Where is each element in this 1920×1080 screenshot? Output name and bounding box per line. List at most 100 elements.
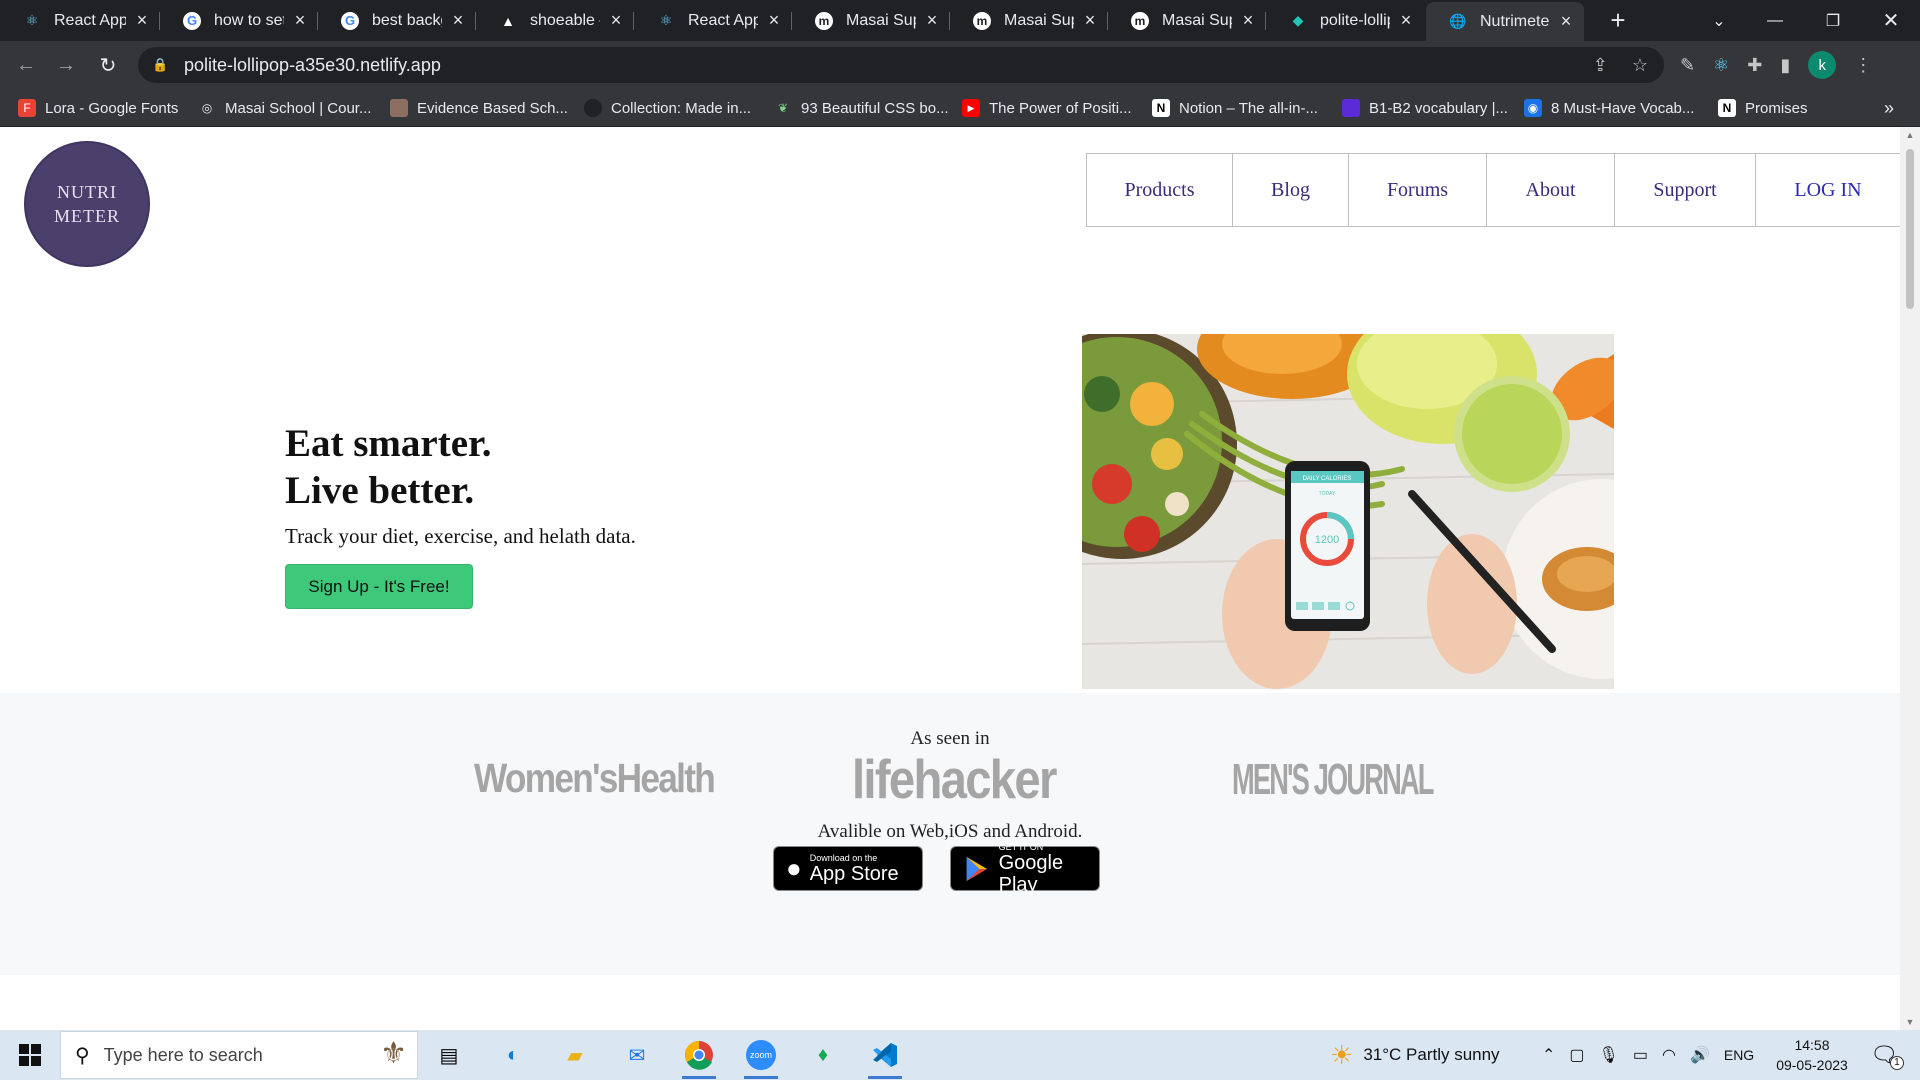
- bookmark-item[interactable]: F Lora - Google Fonts: [18, 89, 178, 127]
- microphone-icon[interactable]: 🎙: [1599, 1045, 1619, 1065]
- browser-tab[interactable]: ▲ shoeable – I ×: [476, 0, 634, 41]
- scroll-up-icon[interactable]: ▲: [1900, 127, 1920, 143]
- page-scrollbar[interactable]: ▲ ▼: [1900, 127, 1920, 1030]
- close-icon[interactable]: ×: [1082, 10, 1098, 31]
- browser-tab[interactable]: ◆ polite-lollip ×: [1266, 0, 1424, 41]
- bookmark-item[interactable]: N Notion – The all-in-...: [1152, 89, 1318, 127]
- signup-button[interactable]: Sign Up - It's Free!: [285, 564, 473, 609]
- mongodb-compass-icon[interactable]: ♦: [796, 1035, 850, 1075]
- close-icon[interactable]: ×: [608, 10, 624, 31]
- bookmark-item[interactable]: ◎ Masai School | Cour...: [198, 89, 372, 127]
- url-text[interactable]: polite-lollipop-a35e30.netlify.app: [184, 55, 441, 76]
- window-close-icon[interactable]: ✕: [1862, 0, 1920, 41]
- browser-tab-active[interactable]: 🌐 Nutrimeter ×: [1426, 2, 1584, 41]
- tab-label: shoeable – I: [530, 11, 600, 29]
- close-icon[interactable]: ×: [1240, 10, 1256, 31]
- bookmark-item[interactable]: B1-B2 vocabulary |...: [1342, 89, 1508, 127]
- bookmark-label: Collection: Made in...: [611, 99, 752, 117]
- browser-tab[interactable]: ⚛ React App ×: [634, 0, 792, 41]
- close-icon[interactable]: ×: [450, 10, 466, 31]
- side-panel-icon[interactable]: ▮: [1780, 55, 1790, 76]
- nav-support[interactable]: Support: [1615, 154, 1756, 226]
- weather-widget[interactable]: ☀ 31°C Partly sunny: [1330, 1030, 1500, 1080]
- app-store-badge[interactable]: ● Download on the App Store: [773, 846, 923, 891]
- close-icon[interactable]: ×: [1398, 10, 1414, 31]
- language-indicator[interactable]: ENG: [1724, 1047, 1754, 1063]
- scroll-down-icon[interactable]: ▼: [1900, 1014, 1920, 1030]
- chevron-up-icon[interactable]: ⌃: [1542, 1045, 1555, 1065]
- browser-tab[interactable]: G best backgr ×: [318, 0, 476, 41]
- search-icon: ⚲: [75, 1044, 90, 1067]
- menu-kebab-icon[interactable]: ⋮: [1854, 55, 1872, 76]
- food-tracking-illustration: DAILY CALORIES TODAY 1200: [1082, 334, 1614, 689]
- restore-icon[interactable]: ❐: [1804, 0, 1862, 41]
- edge-icon[interactable]: ◐: [486, 1035, 540, 1075]
- main-nav: Products Blog Forums About Support LOG I…: [1086, 153, 1900, 227]
- masai-icon: m: [972, 11, 992, 31]
- nav-blog[interactable]: Blog: [1233, 154, 1349, 226]
- vscode-icon[interactable]: [858, 1035, 912, 1079]
- chrome-icon[interactable]: [672, 1035, 726, 1079]
- nav-about[interactable]: About: [1487, 154, 1615, 226]
- windows-start-icon[interactable]: [0, 1030, 60, 1080]
- minimize-icon[interactable]: —: [1746, 0, 1804, 41]
- google-play-badge[interactable]: GET IT ON Google Play: [950, 842, 1100, 896]
- bookmark-item[interactable]: N Promises: [1718, 89, 1808, 127]
- scrollbar-thumb[interactable]: [1906, 149, 1914, 309]
- notification-center-icon[interactable]: 🗨 1: [1870, 1030, 1904, 1080]
- browser-tab[interactable]: ⚛ React App ×: [0, 0, 160, 41]
- lock-icon[interactable]: 🔒: [152, 57, 172, 73]
- bookmark-item[interactable]: ◉ 8 Must-Have Vocab...: [1524, 89, 1694, 127]
- nutrimeter-logo[interactable]: NUTRI METER: [24, 141, 150, 267]
- share-icon[interactable]: ⇪: [1593, 55, 1608, 76]
- bookmarks-bar: F Lora - Google Fonts ◎ Masai School | Cou…: [0, 89, 1920, 127]
- browser-tab[interactable]: m Masai Supp ×: [1108, 0, 1266, 41]
- battery-icon[interactable]: ▭: [1633, 1045, 1648, 1065]
- vocab-site-icon: ◉: [1524, 99, 1542, 117]
- browser-tab[interactable]: G how to set c ×: [160, 0, 318, 41]
- react-devtools-icon[interactable]: ⚛: [1713, 55, 1729, 76]
- clock[interactable]: 14:58 09-05-2023: [1768, 1030, 1856, 1080]
- bookmarks-overflow-icon[interactable]: »: [1884, 89, 1894, 127]
- zoom-icon[interactable]: zoom: [734, 1035, 788, 1079]
- close-icon[interactable]: ×: [292, 10, 308, 31]
- close-icon[interactable]: ×: [1558, 11, 1574, 32]
- close-icon[interactable]: ×: [766, 10, 782, 31]
- app-store-small-text: Download on the: [809, 852, 878, 863]
- globe-icon: ◎: [201, 101, 213, 115]
- browser-tab[interactable]: m Masai Supp ×: [950, 0, 1108, 41]
- nav-login[interactable]: LOG IN: [1756, 154, 1900, 226]
- task-view-icon[interactable]: ▤: [422, 1035, 476, 1075]
- collection-icon: [584, 99, 602, 117]
- system-tray: ⌃ ▢ 🎙 ▭ ◠ 🔊 ENG: [1542, 1030, 1754, 1080]
- nav-products[interactable]: Products: [1087, 154, 1233, 226]
- speaker-icon[interactable]: 🔊: [1690, 1045, 1710, 1065]
- bookmark-item[interactable]: Evidence Based Sch...: [390, 89, 568, 127]
- profile-avatar[interactable]: k: [1808, 51, 1837, 79]
- weather-text: 31°C Partly sunny: [1363, 1045, 1500, 1064]
- tab-label: React App: [688, 11, 758, 29]
- browser-tab[interactable]: m Masai Supp ×: [792, 0, 950, 41]
- device-icon[interactable]: ▢: [1569, 1045, 1584, 1065]
- new-tab-button[interactable]: +: [1598, 0, 1638, 41]
- file-explorer-icon[interactable]: ▰: [548, 1035, 602, 1075]
- address-bar[interactable]: 🔒 polite-lollipop-a35e30.netlify.app ⇪ ☆: [138, 47, 1664, 83]
- netlify-icon: ◆: [1292, 12, 1304, 28]
- taskbar-search-box[interactable]: ⚲ Type here to search ⚜: [60, 1031, 418, 1079]
- extensions-puzzle-icon[interactable]: ✚: [1747, 55, 1762, 76]
- wifi-icon[interactable]: ◠: [1662, 1045, 1676, 1065]
- extension-pen-icon[interactable]: ✎: [1680, 55, 1695, 76]
- nav-forums[interactable]: Forums: [1349, 154, 1487, 226]
- forward-arrow-icon[interactable]: →: [50, 49, 82, 81]
- mail-icon[interactable]: ✉: [610, 1035, 664, 1075]
- reload-icon[interactable]: ↻: [92, 49, 124, 81]
- bookmark-item[interactable]: Collection: Made in...: [584, 89, 751, 127]
- bookmark-item[interactable]: ▶ The Power of Positi...: [962, 89, 1132, 127]
- tab-search-chevron-icon[interactable]: ⌄: [1690, 0, 1748, 41]
- close-icon[interactable]: ×: [924, 10, 940, 31]
- close-icon[interactable]: ×: [134, 10, 150, 31]
- bookmark-item[interactable]: ❦ 93 Beautiful CSS bo...: [774, 89, 949, 127]
- bookmark-star-icon[interactable]: ☆: [1632, 55, 1648, 76]
- back-arrow-icon[interactable]: ←: [10, 49, 42, 81]
- bookmark-label: 93 Beautiful CSS bo...: [801, 99, 949, 117]
